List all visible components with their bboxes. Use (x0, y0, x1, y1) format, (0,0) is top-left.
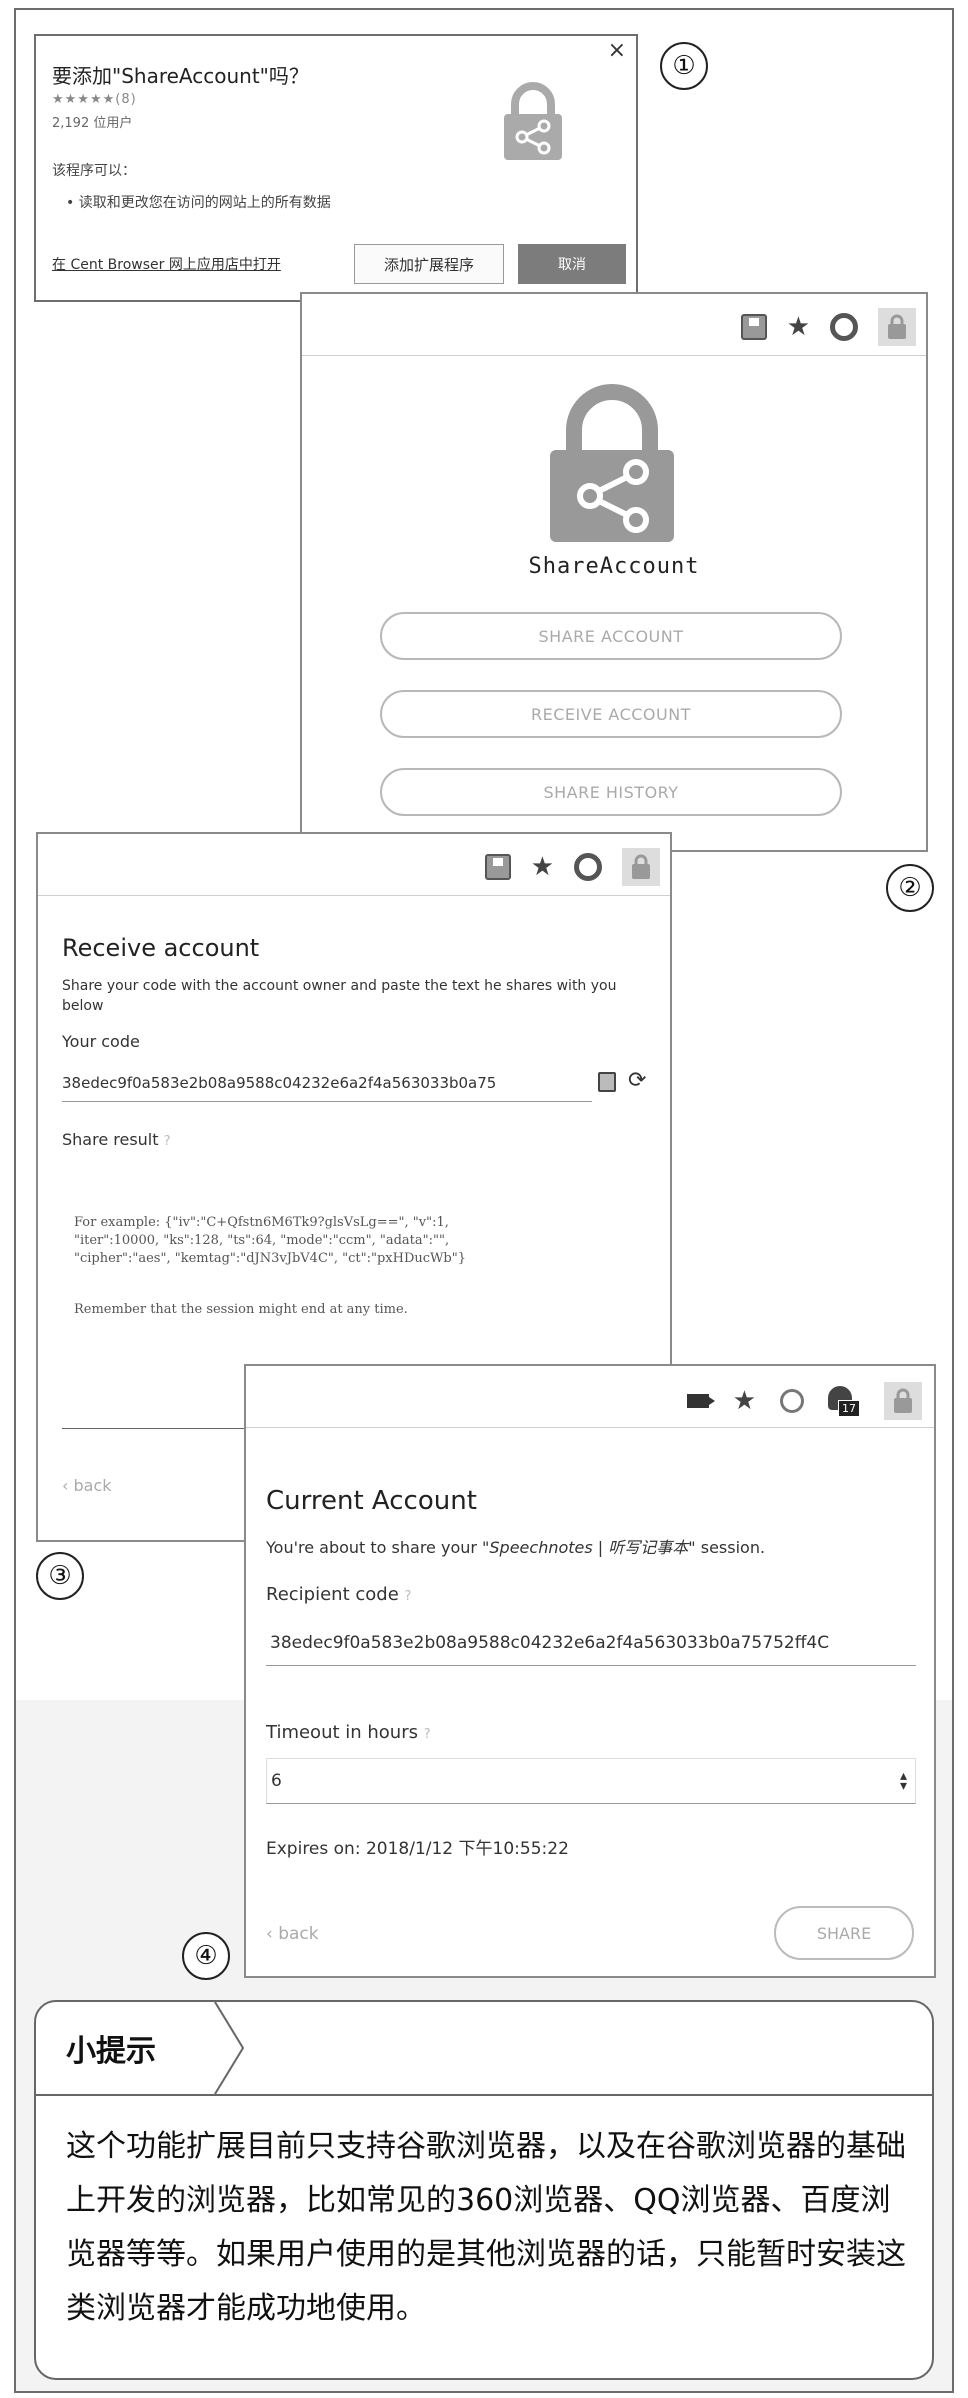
ring-icon[interactable] (574, 853, 602, 881)
share-history-button[interactable]: SHARE HISTORY (380, 768, 842, 816)
add-extension-button[interactable]: 添加扩展程序 (354, 244, 504, 284)
your-code-field[interactable]: 38edec9f0a583e2b08a9588c04232e6a2f4a5630… (62, 1064, 592, 1102)
session-warning: Remember that the session might end at a… (74, 1302, 408, 1317)
shareaccount-toolbar-icon[interactable] (884, 1382, 922, 1420)
permissions-label: 该程序可以： (52, 163, 136, 179)
rating-stars: ★★★★★(8) (52, 92, 137, 107)
share-result-textarea[interactable]: For example: {"iv":"C+Qfstn6M6Tk9?glsVsL… (74, 1214, 634, 1268)
current-account-panel: ★ 17 Current Account You're about to sha… (244, 1364, 936, 1978)
app-name: ShareAccount (528, 554, 700, 579)
permission-item: • 读取和更改您在访问的网站上的所有数据 (66, 195, 331, 211)
copy-icon[interactable] (598, 1072, 616, 1092)
tip-title: 小提示 (66, 2034, 156, 2069)
shareaccount-toolbar-icon[interactable] (622, 848, 660, 886)
recipient-code-label: Recipient code ? (266, 1584, 412, 1605)
tip-box: 小提示 这个功能扩展目前只支持谷歌浏览器，以及在谷歌浏览器的基础上开发的浏览器，… (34, 2000, 934, 2380)
ring-icon[interactable] (830, 313, 858, 341)
step-badge-1: ① (660, 42, 708, 90)
help-icon[interactable]: ? (424, 1727, 431, 1742)
help-icon[interactable]: ? (164, 1134, 171, 1149)
camera-icon[interactable] (686, 1394, 715, 1408)
install-extension-dialog: × 要添加"ShareAccount"吗？ ★★★★★(8) 2,192 位用户… (34, 34, 638, 302)
close-icon[interactable]: × (608, 40, 626, 62)
timeout-label: Timeout in hours ? (266, 1722, 431, 1743)
step-badge-2: ② (886, 864, 934, 912)
step-badge-4: ④ (182, 1932, 230, 1980)
star-icon[interactable]: ★ (787, 314, 810, 340)
recipient-code-input[interactable]: 38edec9f0a583e2b08a9588c04232e6a2f4a5630… (266, 1620, 916, 1666)
shareaccount-logo-icon (550, 384, 674, 542)
browser-toolbar: ★ 17 (246, 1366, 934, 1428)
step-badge-3: ③ (36, 1552, 84, 1600)
divider (62, 1428, 262, 1429)
share-button[interactable]: SHARE (774, 1906, 914, 1960)
shareaccount-toolbar-icon[interactable] (878, 308, 916, 346)
open-in-store-link[interactable]: 在 Cent Browser 网上应用店中打开 (52, 254, 281, 274)
timeout-select[interactable]: 6 ▴ ▾ (266, 1758, 916, 1804)
page: × 要添加"ShareAccount"吗？ ★★★★★(8) 2,192 位用户… (0, 0, 968, 2398)
receive-description: Share your code with the account owner a… (62, 978, 617, 1014)
page-title: Current Account (266, 1486, 477, 1516)
help-icon[interactable]: ? (405, 1589, 412, 1604)
select-arrows-icon: ▴ ▾ (899, 1768, 907, 1794)
tab-chevron (214, 2002, 245, 2094)
tip-divider (36, 2094, 932, 2096)
receive-account-button[interactable]: RECEIVE ACCOUNT (380, 690, 842, 738)
expires-text: Expires on: 2018/1/12 下午10:55:22 (266, 1839, 569, 1859)
cancel-button[interactable]: 取消 (518, 244, 626, 284)
tip-body: 这个功能扩展目前只支持谷歌浏览器，以及在谷歌浏览器的基础上开发的浏览器，比如常见… (66, 2129, 906, 2326)
back-link[interactable]: ‹ back (62, 1476, 112, 1495)
extension-badge-icon[interactable]: 17 (828, 1386, 860, 1417)
share-account-button[interactable]: SHARE ACCOUNT (380, 612, 842, 660)
share-result-label: Share result ? (62, 1130, 171, 1149)
star-icon[interactable]: ★ (733, 1388, 756, 1414)
refresh-icon[interactable]: ⟳ (628, 1068, 646, 1093)
extension-popup-menu: ★ ShareAccount SHARE ACCOUNT RECEIVE ACC… (300, 292, 928, 852)
browser-toolbar: ★ (302, 294, 926, 356)
save-icon[interactable] (484, 854, 511, 880)
dialog-title: 要添加"ShareAccount"吗？ (52, 64, 309, 88)
your-code-label: Your code (62, 1032, 140, 1051)
shareaccount-lock-icon (504, 82, 562, 160)
share-description: You're about to share your "Speechnotes … (266, 1538, 766, 1557)
user-count: 2,192 位用户 (52, 116, 133, 131)
save-icon[interactable] (740, 314, 767, 340)
extension-count: 17 (838, 1400, 860, 1417)
ring-icon[interactable] (780, 1389, 804, 1413)
back-link[interactable]: ‹ back (266, 1924, 319, 1944)
page-title: Receive account (62, 934, 260, 962)
star-icon[interactable]: ★ (531, 854, 554, 880)
browser-toolbar: ★ (38, 834, 670, 896)
